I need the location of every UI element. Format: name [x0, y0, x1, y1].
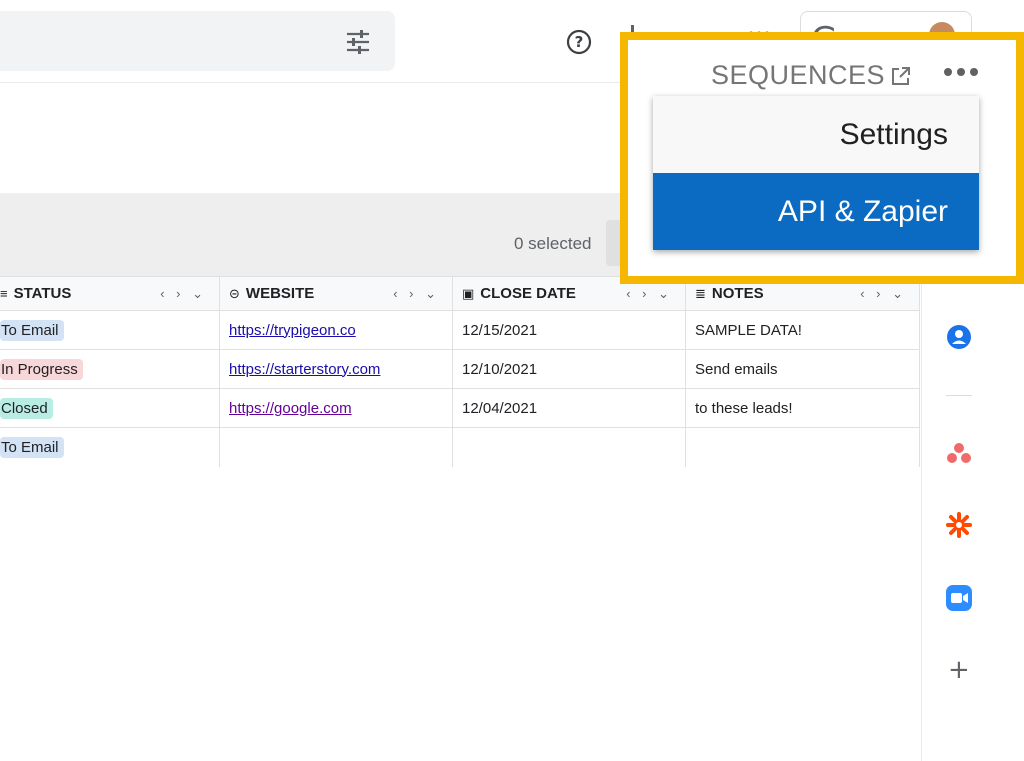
table-row: To Email https://trypigeon.co 12/15/2021…: [0, 311, 920, 350]
calendar-icon: ▣: [462, 285, 475, 301]
column-header-label: CLOSE DATE: [480, 285, 576, 302]
column-controls[interactable]: ‹ › ⌄: [160, 286, 207, 302]
column-header-label: WEBSITE: [245, 285, 315, 302]
column-controls[interactable]: ‹ › ⌄: [393, 286, 440, 302]
search-box[interactable]: [0, 11, 395, 71]
column-controls[interactable]: ‹ › ⌄: [860, 286, 907, 302]
column-controls[interactable]: ‹ › ⌄: [626, 286, 673, 302]
notes-cell[interactable]: [686, 428, 920, 467]
data-table: ≡ STATUS ‹ › ⌄ ⊝ WEBSITE ‹ › ⌄ ▣ CLOSE D…: [0, 276, 920, 467]
column-header-status[interactable]: ≡ STATUS ‹ › ⌄: [0, 277, 220, 310]
status-cell[interactable]: To Email: [0, 428, 220, 467]
status-cell[interactable]: In Progress: [0, 350, 220, 388]
close-date-cell[interactable]: 12/04/2021: [453, 389, 686, 427]
side-panel: [921, 276, 1024, 761]
svg-text:?: ?: [575, 33, 584, 51]
selected-count: 0 selected: [514, 234, 592, 253]
column-header-label: STATUS: [13, 285, 72, 302]
status-badge: To Email: [0, 319, 64, 341]
notes-cell[interactable]: Send emails: [686, 350, 920, 388]
column-header-label: NOTES: [711, 285, 764, 302]
status-badge: Closed: [0, 397, 53, 419]
status-cell[interactable]: Closed: [0, 389, 220, 427]
link-icon: ⊝: [229, 285, 240, 301]
list-icon: ≡: [0, 286, 8, 301]
website-cell[interactable]: [220, 428, 453, 467]
more-options-icon[interactable]: [943, 67, 979, 77]
sequences-dropdown-menu: Settings API & Zapier: [653, 96, 979, 250]
status-badge: In Progress: [0, 358, 83, 380]
table-row: In Progress https://starterstory.com 12/…: [0, 350, 920, 389]
close-date-cell[interactable]: 12/10/2021: [453, 350, 686, 388]
website-cell[interactable]: https://trypigeon.co: [220, 311, 453, 349]
asana-icon[interactable]: [946, 440, 972, 466]
external-link-icon[interactable]: [890, 65, 912, 87]
website-link[interactable]: https://google.com: [229, 400, 352, 417]
menu-item-api-zapier[interactable]: API & Zapier: [653, 173, 979, 250]
notes-cell[interactable]: SAMPLE DATA!: [686, 311, 920, 349]
website-cell[interactable]: https://google.com: [220, 389, 453, 427]
website-link[interactable]: https://starterstory.com: [229, 361, 380, 378]
website-link[interactable]: https://trypigeon.co: [229, 322, 356, 339]
website-cell[interactable]: https://starterstory.com: [220, 350, 453, 388]
zoom-icon[interactable]: [946, 585, 972, 611]
contacts-icon[interactable]: [946, 324, 972, 350]
text-icon: ≣: [695, 285, 706, 301]
close-date-cell[interactable]: 12/15/2021: [453, 311, 686, 349]
sequences-title[interactable]: SEQUENCES: [711, 60, 885, 91]
notes-cell[interactable]: to these leads!: [686, 389, 920, 427]
column-header-website[interactable]: ⊝ WEBSITE ‹ › ⌄: [220, 277, 453, 310]
zapier-icon[interactable]: [946, 512, 972, 538]
table-row: To Email: [0, 428, 920, 467]
close-date-cell[interactable]: [453, 428, 686, 467]
add-icon[interactable]: +: [948, 655, 970, 685]
side-separator: [946, 395, 972, 396]
menu-item-settings[interactable]: Settings: [653, 96, 979, 173]
help-icon[interactable]: ?: [566, 29, 592, 55]
status-cell[interactable]: To Email: [0, 311, 220, 349]
status-badge: To Email: [0, 437, 64, 458]
table-row: Closed https://google.com 12/04/2021 to …: [0, 389, 920, 428]
tune-icon[interactable]: [345, 29, 371, 55]
